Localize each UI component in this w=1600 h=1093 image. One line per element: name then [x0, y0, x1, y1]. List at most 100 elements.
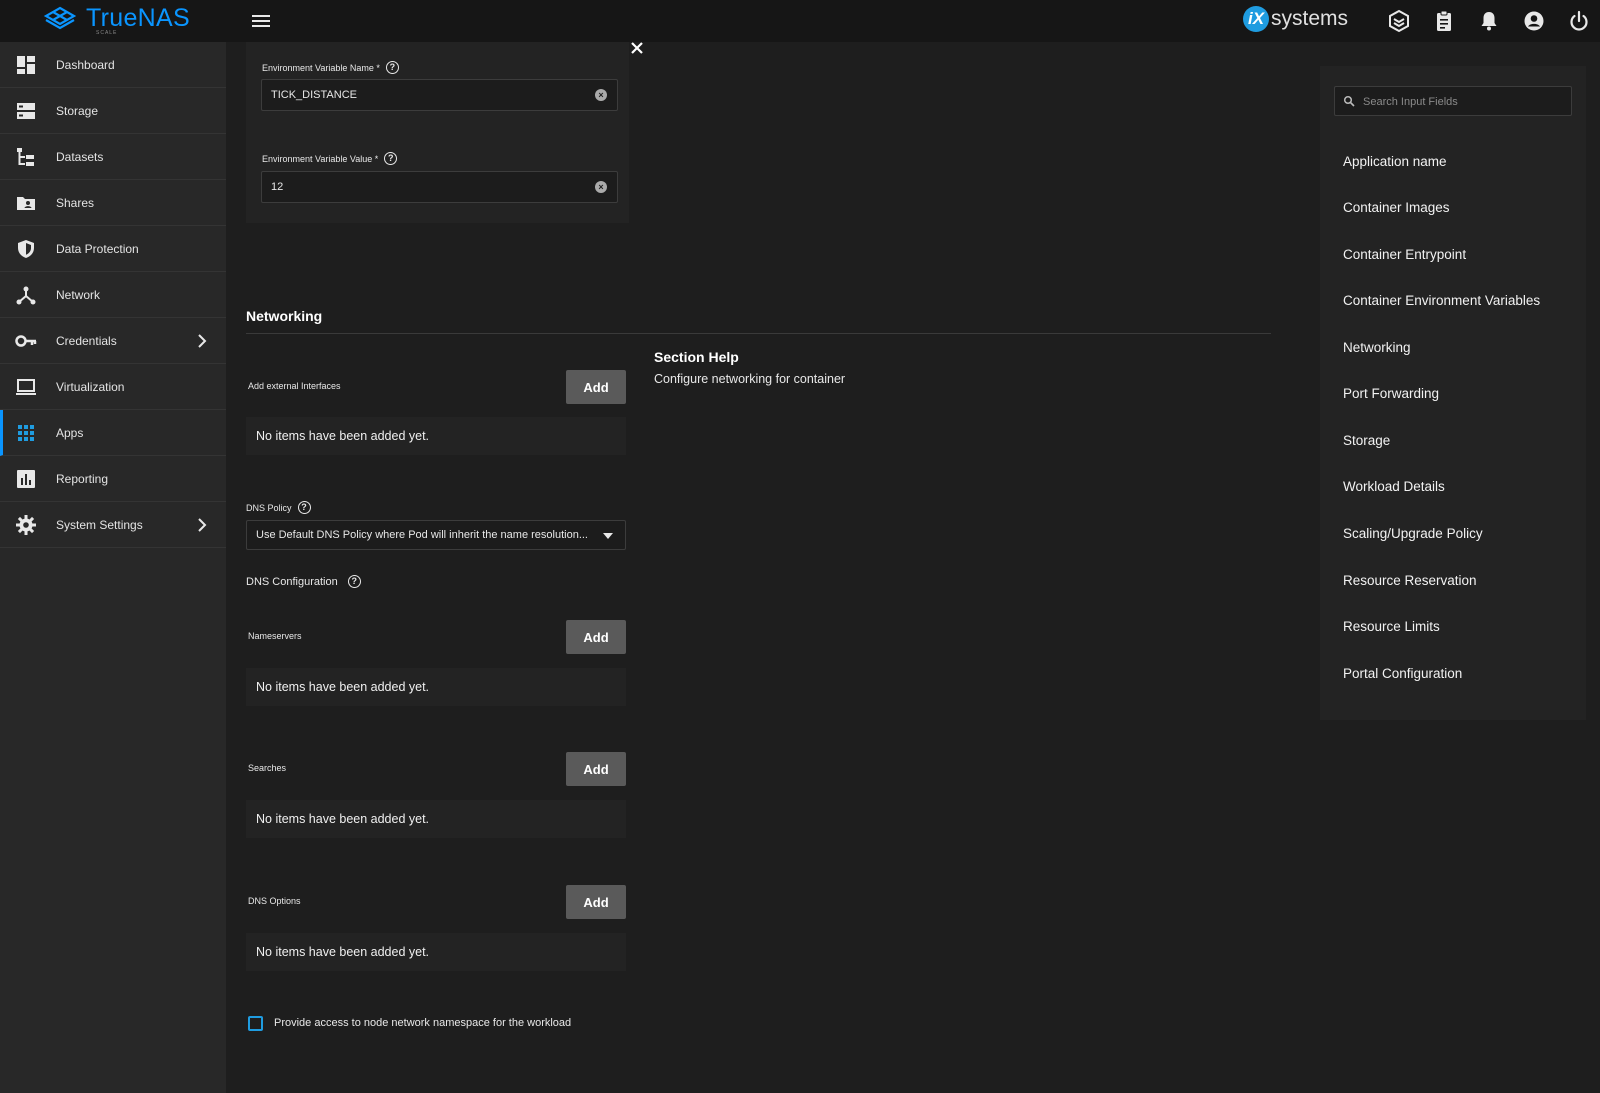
env-value-label: Environment Variable Value *	[262, 153, 379, 164]
external-interfaces-label: Add external Interfaces	[248, 381, 341, 391]
sidebar-item-data-protection[interactable]: Data Protection	[0, 226, 226, 272]
sidebar-item-reporting[interactable]: Reporting	[0, 456, 226, 502]
network-icon	[16, 286, 36, 305]
dns-options-list: No items have been added yet.	[246, 933, 626, 971]
host-network-label[interactable]: Provide access to node network namespace…	[274, 1017, 571, 1029]
env-variable-card: Environment Variable Name * ? TICK_DISTA…	[246, 42, 643, 223]
nameservers-list: No items have been added yet.	[246, 668, 626, 706]
toc-item[interactable]: Workload Details	[1343, 479, 1445, 494]
dns-policy-value: Use Default DNS Policy where Pod will in…	[256, 529, 588, 541]
toc-item[interactable]: Portal Configuration	[1343, 666, 1462, 681]
toc-item[interactable]: Networking	[1343, 340, 1411, 355]
toc-item[interactable]: Resource Reservation	[1343, 573, 1477, 588]
power-icon[interactable]	[1566, 8, 1592, 34]
section-help-title: Section Help	[654, 349, 739, 365]
apps-grid-icon	[18, 425, 34, 441]
toc-item[interactable]: Scaling/Upgrade Policy	[1343, 526, 1483, 541]
clear-icon[interactable]: ×	[595, 89, 607, 101]
dns-policy-select[interactable]: Use Default DNS Policy where Pod will in…	[246, 520, 626, 550]
dns-configuration-label-row: DNS Configuration ?	[246, 575, 361, 588]
sidebar-item-label: Data Protection	[56, 241, 139, 256]
truecommand-icon[interactable]	[1386, 8, 1412, 34]
key-icon	[15, 335, 37, 347]
datasets-icon	[17, 148, 34, 166]
account-circle-icon[interactable]	[1521, 8, 1547, 34]
toc-item[interactable]: Storage	[1343, 433, 1390, 448]
sidebar-item-shares[interactable]: Shares	[0, 180, 226, 226]
sidebar-item-label: Storage	[56, 103, 99, 118]
sidebar-item-virtualization[interactable]: Virtualization	[0, 364, 226, 410]
env-value-value: 12	[271, 181, 284, 193]
ix-logo-mark: iX	[1243, 6, 1269, 32]
add-search-button[interactable]: Add	[566, 752, 626, 786]
toc-item[interactable]: Port Forwarding	[1343, 386, 1439, 401]
sidebar-item-apps[interactable]: Apps	[0, 410, 226, 456]
help-icon[interactable]: ?	[384, 152, 398, 165]
gear-icon	[16, 515, 36, 535]
env-name-label-row: Environment Variable Name * ?	[262, 61, 399, 74]
ixsystems-logo[interactable]: iX systems	[1243, 6, 1348, 32]
sidebar-item-system-settings[interactable]: System Settings	[0, 502, 226, 548]
env-name-label: Environment Variable Name *	[262, 62, 380, 73]
search-input-fields[interactable]: Search Input Fields	[1334, 86, 1572, 116]
notifications-bell-icon[interactable]	[1476, 8, 1502, 34]
sidebar-item-network[interactable]: Network	[0, 272, 226, 318]
toc-item[interactable]: Resource Limits	[1343, 619, 1440, 634]
add-dns-option-button[interactable]: Add	[566, 885, 626, 919]
toc-item[interactable]: Container Environment Variables	[1343, 293, 1540, 308]
help-icon[interactable]: ?	[385, 61, 399, 74]
sidebar-item-dashboard[interactable]: Dashboard	[0, 42, 226, 88]
laptop-icon	[16, 379, 36, 395]
truenas-logo-text: TrueNAS	[86, 4, 190, 32]
hamburger-menu-icon[interactable]	[250, 11, 272, 31]
sidebar-item-label: Network	[56, 287, 101, 302]
section-help-text: Configure networking for container	[654, 372, 846, 386]
toc-item[interactable]: Container Entrypoint	[1343, 247, 1466, 262]
add-nameserver-button[interactable]: Add	[566, 620, 626, 654]
sidebar-item-credentials[interactable]: Credentials	[0, 318, 226, 364]
toc-item[interactable]: Container Images	[1343, 200, 1450, 215]
storage-icon	[17, 103, 35, 119]
empty-list-message: No items have been added yet.	[256, 429, 430, 443]
env-name-value: TICK_DISTANCE	[271, 89, 357, 101]
env-name-input[interactable]: TICK_DISTANCE ×	[261, 79, 618, 111]
external-interfaces-list: No items have been added yet.	[246, 417, 626, 455]
networking-section-title: Networking	[246, 308, 323, 324]
shares-icon	[17, 197, 35, 210]
sidebar-item-label: System Settings	[56, 517, 143, 532]
searches-list: No items have been added yet.	[246, 800, 626, 838]
empty-list-message: No items have been added yet.	[256, 812, 430, 826]
clear-icon[interactable]: ×	[595, 181, 607, 193]
bar-chart-icon	[17, 470, 35, 488]
help-icon[interactable]: ?	[297, 501, 311, 514]
nameservers-label: Nameservers	[248, 631, 302, 641]
env-value-input[interactable]: 12 ×	[261, 171, 618, 203]
env-value-label-row: Environment Variable Value * ?	[262, 152, 398, 165]
help-icon[interactable]: ?	[347, 575, 361, 588]
truenas-logo[interactable]: TrueNAS SCALE	[40, 4, 190, 36]
sidebar-item-storage[interactable]: Storage	[0, 88, 226, 134]
empty-list-message: No items have been added yet.	[256, 680, 430, 694]
search-icon	[1343, 95, 1355, 107]
dns-policy-label: DNS Policy	[246, 502, 292, 513]
dns-policy-label-row: DNS Policy ?	[246, 501, 311, 514]
host-network-checkbox[interactable]	[248, 1016, 263, 1031]
searches-label: Searches	[248, 763, 287, 773]
toc-item[interactable]: Application name	[1343, 154, 1447, 169]
add-external-interface-button[interactable]: Add	[566, 370, 626, 404]
search-placeholder: Search Input Fields	[1363, 96, 1458, 108]
empty-list-message: No items have been added yet.	[256, 945, 430, 959]
sidebar-item-label: Apps	[56, 425, 84, 440]
sidebar-item-label: Credentials	[56, 333, 117, 348]
dns-options-label: DNS Options	[248, 896, 301, 906]
ix-logo-text: systems	[1271, 7, 1349, 30]
sidebar: Dashboard Storage Datasets Shares Data P…	[0, 42, 226, 1093]
top-bar: TrueNAS SCALE iX systems	[0, 0, 1600, 42]
dns-configuration-label: DNS Configuration	[246, 575, 338, 588]
section-divider	[246, 333, 1271, 334]
section-navigation-panel: Search Input Fields Application name Con…	[1320, 66, 1586, 720]
sidebar-item-datasets[interactable]: Datasets	[0, 134, 226, 180]
truenas-logo-icon	[43, 6, 77, 29]
close-icon[interactable]	[630, 41, 644, 55]
task-manager-icon[interactable]	[1431, 8, 1457, 34]
